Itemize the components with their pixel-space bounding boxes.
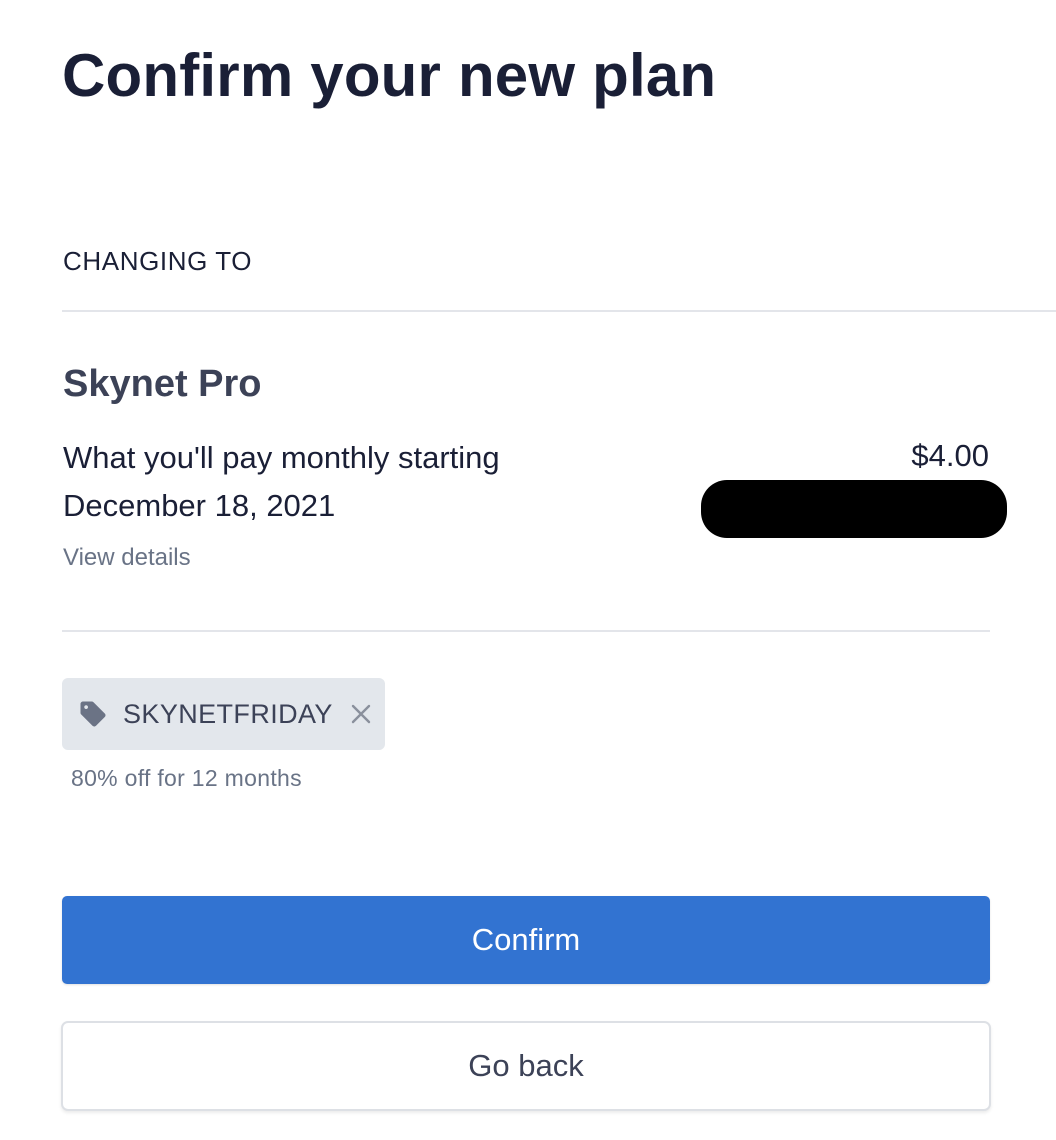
tag-icon <box>78 699 108 729</box>
section-label: CHANGING TO <box>63 246 253 276</box>
pay-description: What you'll pay monthly starting Decembe… <box>63 440 500 523</box>
redaction-mark <box>701 480 1007 538</box>
coupon-code: SKYNETFRIDAY <box>123 699 333 729</box>
divider <box>62 630 990 632</box>
plan-name: Skynet Pro <box>63 363 262 405</box>
plan-price: $4.00 <box>911 438 989 473</box>
confirm-button[interactable]: Confirm <box>62 896 990 984</box>
go-back-button[interactable]: Go back <box>61 1021 991 1111</box>
coupon-description: 80% off for 12 months <box>71 765 302 791</box>
coupon-chip: SKYNETFRIDAY <box>62 678 385 750</box>
close-icon[interactable] <box>349 702 373 726</box>
view-details-link[interactable]: View details <box>63 542 191 574</box>
confirm-plan-page: Confirm your new plan CHANGING TO Skynet… <box>0 0 1056 1140</box>
page-title: Confirm your new plan <box>62 42 717 109</box>
divider <box>62 310 1056 312</box>
